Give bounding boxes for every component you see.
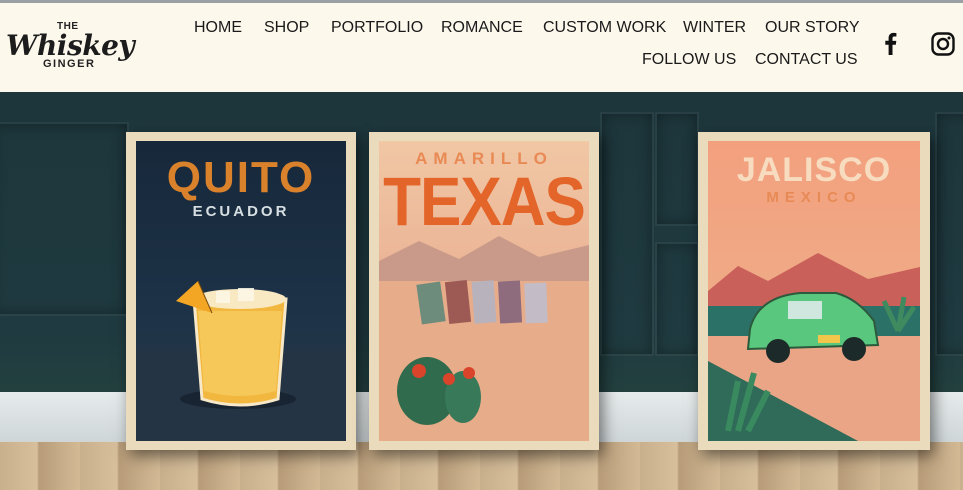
logo-ginger: GINGER xyxy=(43,58,96,70)
poster-jalisco: JALISCO MEXICO xyxy=(708,141,920,441)
nav-custom-work[interactable]: CUSTOM WORK xyxy=(543,19,666,37)
site-header: THE Whiskey GINGER HOME SHOP PORTFOLIO R… xyxy=(0,3,963,92)
poster-quito: QUITO ECUADOR xyxy=(136,141,346,441)
whiskey-ginger-logo[interactable]: THE Whiskey GINGER xyxy=(6,17,135,77)
cadillac-ranch-illustration xyxy=(379,236,589,441)
wall-panel xyxy=(0,122,129,316)
facebook-icon[interactable] xyxy=(878,31,904,57)
hero-image: QUITO ECUADOR AMARILLO TEXAS JALISCO MEX… xyxy=(0,92,963,490)
nav-winter[interactable]: WINTER xyxy=(683,19,746,37)
vintage-car-illustration xyxy=(708,253,920,441)
facebook-glyph xyxy=(885,32,897,55)
nav-follow-us[interactable]: FOLLOW US xyxy=(642,51,736,69)
wall-panel xyxy=(655,242,699,356)
nav-portfolio[interactable]: PORTFOLIO xyxy=(331,19,423,37)
nav-home[interactable]: HOME xyxy=(194,19,242,37)
wall-panel xyxy=(600,112,654,356)
nav-our-story[interactable]: OUR STORY xyxy=(765,19,860,37)
instagram-glyph xyxy=(931,32,955,56)
poster-frame-texas[interactable]: AMARILLO TEXAS xyxy=(369,132,599,450)
poster-texas: AMARILLO TEXAS xyxy=(379,141,589,441)
wall-panel xyxy=(935,112,963,356)
instagram-icon[interactable] xyxy=(930,31,956,57)
nav-shop[interactable]: SHOP xyxy=(264,19,309,37)
wall-panel xyxy=(655,112,699,226)
cocktail-glass-illustration xyxy=(136,280,346,441)
poster-frame-jalisco[interactable]: JALISCO MEXICO xyxy=(698,132,930,450)
nav-romance[interactable]: ROMANCE xyxy=(441,19,523,37)
poster-frame-quito[interactable]: QUITO ECUADOR xyxy=(126,132,356,450)
nav-contact-us[interactable]: CONTACT US xyxy=(755,51,858,69)
